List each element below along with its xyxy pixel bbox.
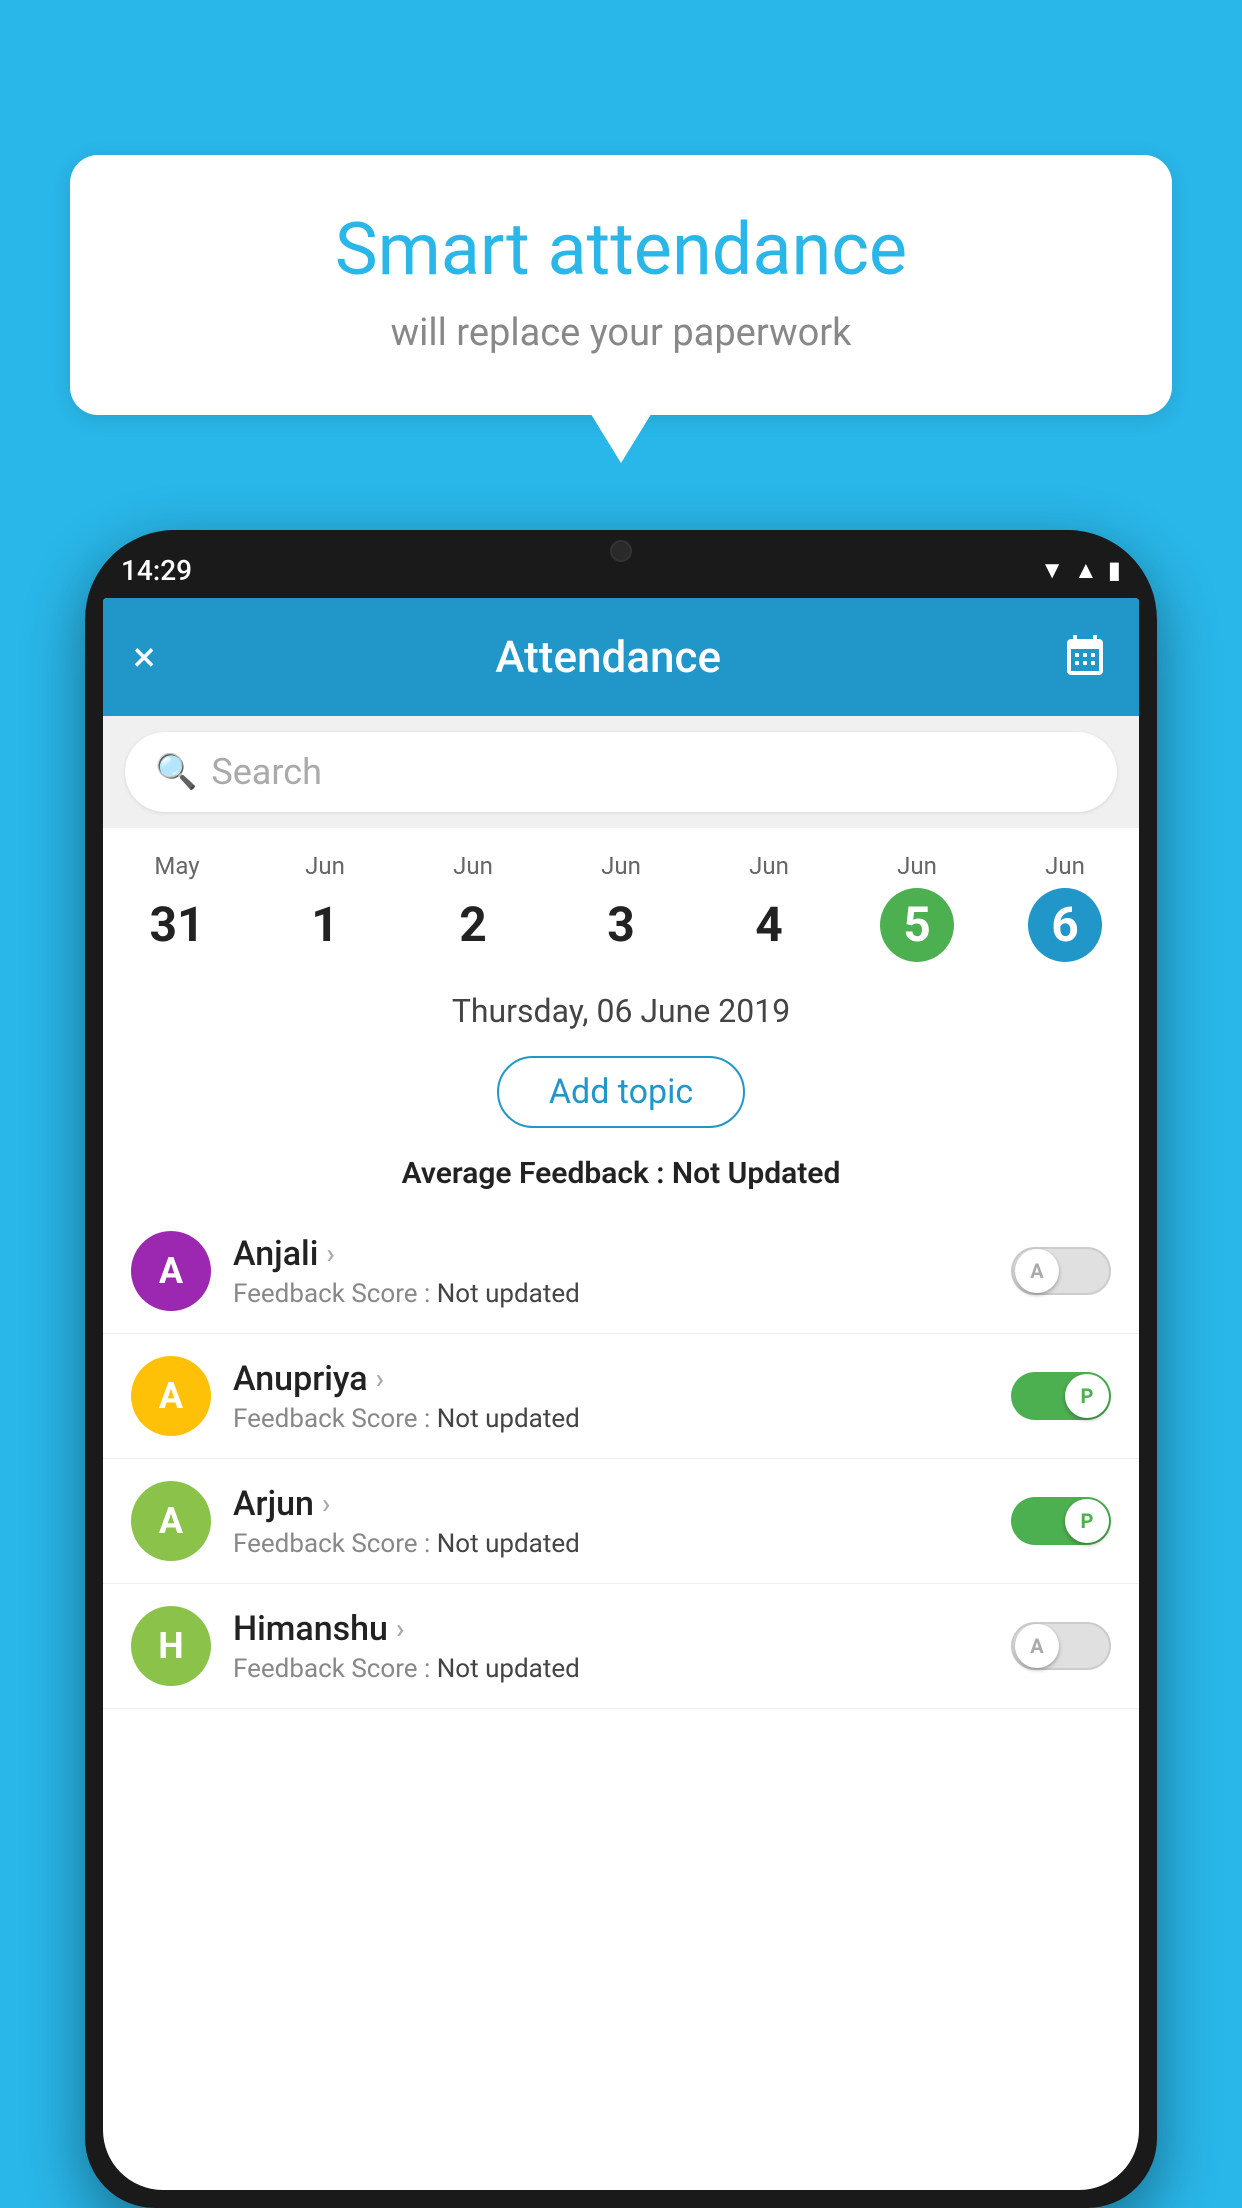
search-icon: 🔍 xyxy=(155,752,197,792)
toggle-track: A xyxy=(1011,1247,1111,1295)
calendar-row: May 31 Jun 1 Jun 2 Jun 3 Jun 4 Jun 5 Jun 6 xyxy=(103,828,1139,970)
attendance-toggle[interactable]: A xyxy=(1011,1622,1111,1670)
feedback-score: Feedback Score : Not updated xyxy=(233,1404,989,1434)
feedback-score: Feedback Score : Not updated xyxy=(233,1279,989,1309)
speech-bubble: Smart attendance will replace your paper… xyxy=(70,155,1172,415)
cal-date-number[interactable]: 5 xyxy=(880,888,954,962)
toggle-thumb: P xyxy=(1065,1499,1109,1543)
toggle-track: P xyxy=(1011,1497,1111,1545)
calendar-day[interactable]: Jun 1 xyxy=(251,844,399,970)
app-bar-title: Attendance xyxy=(155,631,1061,683)
toggle-thumb: A xyxy=(1015,1624,1059,1668)
attendance-toggle[interactable]: P xyxy=(1011,1497,1111,1545)
cal-date-number[interactable]: 31 xyxy=(140,888,214,962)
avatar: A xyxy=(131,1231,211,1311)
toggle-thumb: P xyxy=(1065,1374,1109,1418)
search-placeholder: Search xyxy=(211,751,322,793)
feedback-value: Not updated xyxy=(437,1404,580,1434)
camera xyxy=(610,540,632,562)
chevron-right-icon: › xyxy=(322,1487,330,1520)
cal-month-label: Jun xyxy=(403,852,543,880)
avatar: A xyxy=(131,1481,211,1561)
cal-date-number[interactable]: 3 xyxy=(584,888,658,962)
calendar-day[interactable]: May 31 xyxy=(103,844,251,970)
cal-date-number[interactable]: 4 xyxy=(732,888,806,962)
notch xyxy=(561,530,681,570)
toggle-track: A xyxy=(1011,1622,1111,1670)
feedback-value: Not updated xyxy=(437,1654,580,1684)
student-item[interactable]: A Anjali › Feedback Score : Not updated A xyxy=(103,1209,1139,1334)
student-info: Himanshu › Feedback Score : Not updated xyxy=(233,1609,989,1684)
battery-icon: ▮ xyxy=(1108,556,1121,584)
student-item[interactable]: A Arjun › Feedback Score : Not updated P xyxy=(103,1459,1139,1584)
wifi-icon: ▼ xyxy=(1040,556,1064,585)
student-info: Arjun › Feedback Score : Not updated xyxy=(233,1484,989,1559)
feedback-score: Feedback Score : Not updated xyxy=(233,1529,989,1559)
cal-date-number[interactable]: 2 xyxy=(436,888,510,962)
chevron-right-icon: › xyxy=(326,1237,334,1270)
avatar: H xyxy=(131,1606,211,1686)
toggle-track: P xyxy=(1011,1372,1111,1420)
add-topic-container: Add topic xyxy=(103,1044,1139,1146)
student-info: Anjali › Feedback Score : Not updated xyxy=(233,1234,989,1309)
status-icons: ▼ ▲ ▮ xyxy=(1040,556,1121,585)
date-display: Thursday, 06 June 2019 xyxy=(103,970,1139,1044)
student-name: Anjali › xyxy=(233,1234,989,1274)
search-bar-container: 🔍 Search xyxy=(103,716,1139,828)
chevron-right-icon: › xyxy=(396,1612,404,1645)
toggle-thumb: A xyxy=(1015,1249,1059,1293)
bubble-title: Smart attendance xyxy=(130,210,1112,289)
add-topic-button[interactable]: Add topic xyxy=(497,1056,745,1128)
average-feedback: Average Feedback : Not Updated xyxy=(103,1146,1139,1209)
calendar-day[interactable]: Jun 5 xyxy=(843,844,991,970)
calendar-day[interactable]: Jun 3 xyxy=(547,844,695,970)
status-bar: 14:29 ▼ ▲ ▮ xyxy=(85,530,1157,598)
feedback-value: Not updated xyxy=(437,1529,580,1559)
student-name: Anupriya › xyxy=(233,1359,989,1399)
calendar-day[interactable]: Jun 6 xyxy=(991,844,1139,970)
speech-bubble-container: Smart attendance will replace your paper… xyxy=(70,155,1172,415)
calendar-day[interactable]: Jun 2 xyxy=(399,844,547,970)
attendance-toggle[interactable]: A xyxy=(1011,1247,1111,1295)
student-info: Anupriya › Feedback Score : Not updated xyxy=(233,1359,989,1434)
phone-frame: 14:29 ▼ ▲ ▮ × Attendance 🔍 Search May 3 xyxy=(85,530,1157,2208)
avg-feedback-value: Not Updated xyxy=(672,1156,840,1191)
cal-month-label: Jun xyxy=(255,852,395,880)
chevron-right-icon: › xyxy=(376,1362,384,1395)
cal-month-label: Jun xyxy=(995,852,1135,880)
student-item[interactable]: A Anupriya › Feedback Score : Not updated P xyxy=(103,1334,1139,1459)
feedback-score: Feedback Score : Not updated xyxy=(233,1654,989,1684)
cal-date-number[interactable]: 6 xyxy=(1028,888,1102,962)
student-name: Himanshu › xyxy=(233,1609,989,1649)
signal-icon: ▲ xyxy=(1074,556,1098,585)
cal-month-label: May xyxy=(107,852,247,880)
bubble-subtitle: will replace your paperwork xyxy=(130,311,1112,355)
avg-feedback-label: Average Feedback : xyxy=(402,1156,672,1191)
search-bar[interactable]: 🔍 Search xyxy=(125,732,1117,812)
student-name: Arjun › xyxy=(233,1484,989,1524)
close-button[interactable]: × xyxy=(133,633,155,682)
phone-screen: × Attendance 🔍 Search May31Jun1Jun2Jun3J… xyxy=(103,598,1139,2190)
student-list: AAnjali ›Feedback Score : Not updatedAAA… xyxy=(103,1209,1139,1709)
feedback-value: Not updated xyxy=(437,1279,580,1309)
cal-month-label: Jun xyxy=(551,852,691,880)
status-time: 14:29 xyxy=(121,554,192,587)
student-item[interactable]: H Himanshu › Feedback Score : Not updated A xyxy=(103,1584,1139,1709)
app-bar: × Attendance xyxy=(103,598,1139,716)
calendar-day[interactable]: Jun 4 xyxy=(695,844,843,970)
attendance-toggle[interactable]: P xyxy=(1011,1372,1111,1420)
calendar-icon[interactable] xyxy=(1061,633,1109,681)
avatar: A xyxy=(131,1356,211,1436)
cal-month-label: Jun xyxy=(847,852,987,880)
cal-date-number[interactable]: 1 xyxy=(288,888,362,962)
cal-month-label: Jun xyxy=(699,852,839,880)
